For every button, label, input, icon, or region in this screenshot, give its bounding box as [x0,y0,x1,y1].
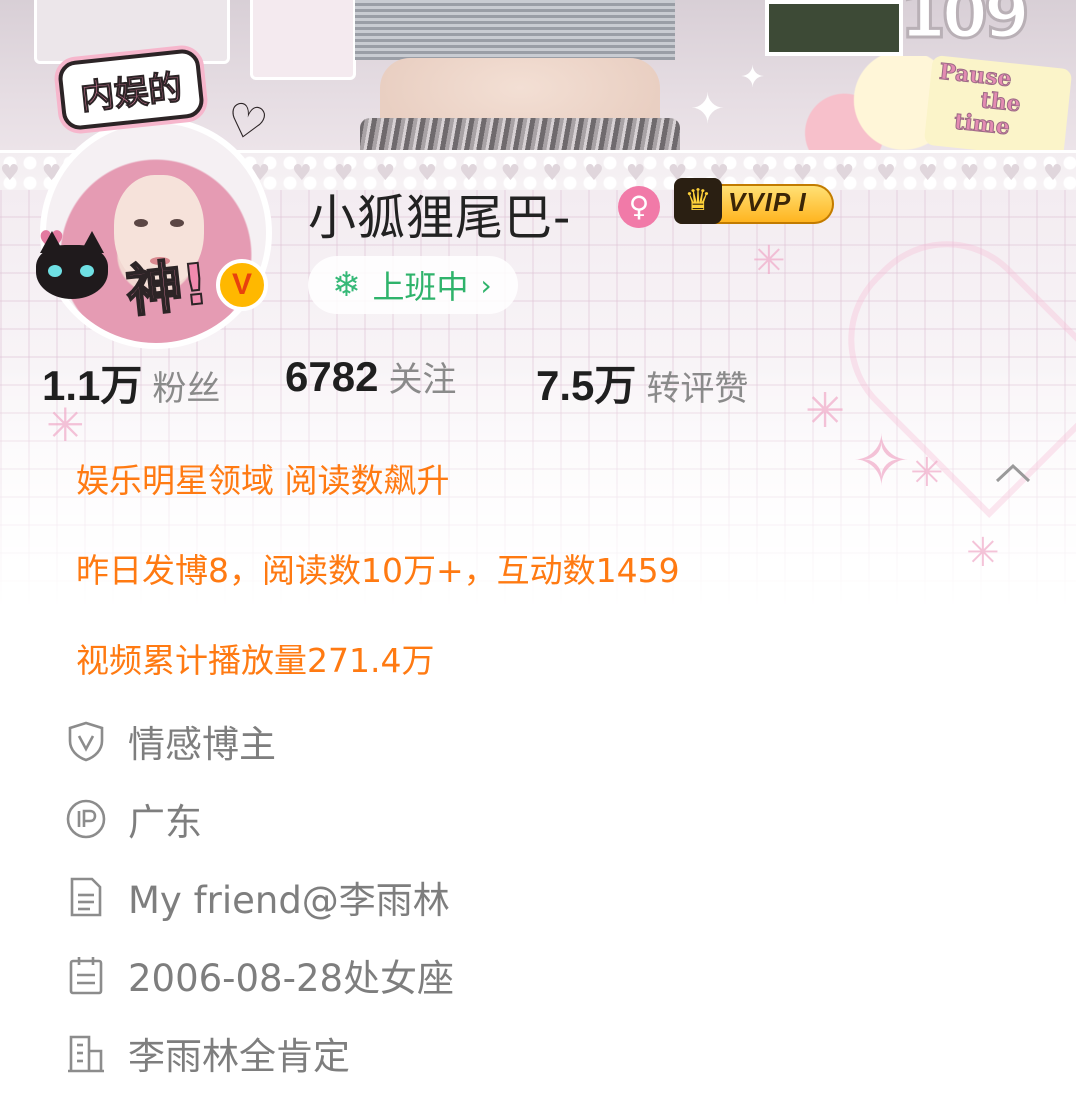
yesterday-stats[interactable]: 昨日发博8，阅读数10万+，互动数1459 [76,544,680,592]
heart-icon: ♡ [220,90,274,154]
sparkle-icon: ✳ [910,450,944,496]
sparkle-icon: ✳ [966,530,1000,576]
info-text: 情感博主 [128,723,276,766]
info-row-category[interactable]: 情感博主 [64,716,276,766]
stat-value: 6782 [285,353,379,400]
stat-label: 关注 [388,360,457,400]
cover-photo-top [355,0,675,60]
pause-the-time-sticker: Pause the time [923,54,1073,160]
info-row-birthday[interactable]: 2006-08-28处女座 [64,950,454,1000]
chevron-up-icon[interactable] [994,455,1032,493]
star-icon: ✦ [690,84,726,133]
avatar-frame[interactable]: 内娱的 ♡ ♥ 神! V [30,45,290,349]
snowflake-icon: ❄ [332,265,361,305]
chevron-right-icon: › [480,268,492,302]
female-gender-icon: ♀ [618,186,660,228]
info-text: 2006-08-28处女座 [128,957,455,1000]
document-icon [70,877,102,917]
sparkle-icon: ✧ [852,420,911,502]
username: 小狐狸尾巴- [308,190,572,246]
vvip-level: I [798,187,807,217]
star-icon: ✦ [740,60,766,95]
verified-badge-icon[interactable]: V [216,259,268,311]
stat-label: 粉丝 [152,369,221,409]
shield-v-icon [68,721,104,762]
black-cat-icon [36,231,108,299]
avatar-frame-title: 内娱的 [56,47,206,132]
vvip-label: VVIP I [728,187,807,218]
avatar-eye [134,219,148,227]
info-text: 李雨林全肯定 [128,1035,350,1078]
info-text: My friend@李雨林 [128,879,450,922]
calendar-icon [69,957,103,995]
avatar-eye [170,219,184,227]
sparkle-icon: ✳ [752,238,786,284]
avatar-frame-caption: 神! [122,251,212,326]
sparkle-icon: ✳ [805,383,846,439]
status-label: 上班中 [372,268,469,306]
ip-location-icon [66,799,106,839]
stat-likes[interactable]: 7.5万 转评赞 [536,352,748,413]
info-row-bio[interactable]: My friend@李雨林 [64,872,450,922]
cat-eye [80,265,94,277]
video-play-count[interactable]: 视频累计播放量271.4万 [76,634,434,682]
vvip-text: VVIP [728,187,791,217]
vvip-badge[interactable]: ♛ VVIP I [674,178,834,224]
stat-value: 7.5万 [536,362,637,409]
domain-highlight[interactable]: 娱乐明星领域 阅读数飙升 [76,454,450,502]
info-row-ip-location[interactable]: 广东 [64,794,202,844]
stat-value: 1.1万 [42,362,143,409]
info-text: 广东 [128,801,202,844]
stat-following[interactable]: 6782 关注 [285,352,456,401]
cover-big-number: 109 [899,0,1032,55]
stat-label: 转评赞 [646,369,749,409]
stat-followers[interactable]: 1.1万 粉丝 [42,352,220,413]
building-icon [68,1035,104,1073]
status-button[interactable]: ❄ 上班中 › [308,256,518,314]
cover-photo-small [765,0,903,56]
info-row-company[interactable]: 李雨林全肯定 [64,1028,350,1078]
crown-icon: ♛ [674,178,722,224]
cat-eye [48,265,62,277]
